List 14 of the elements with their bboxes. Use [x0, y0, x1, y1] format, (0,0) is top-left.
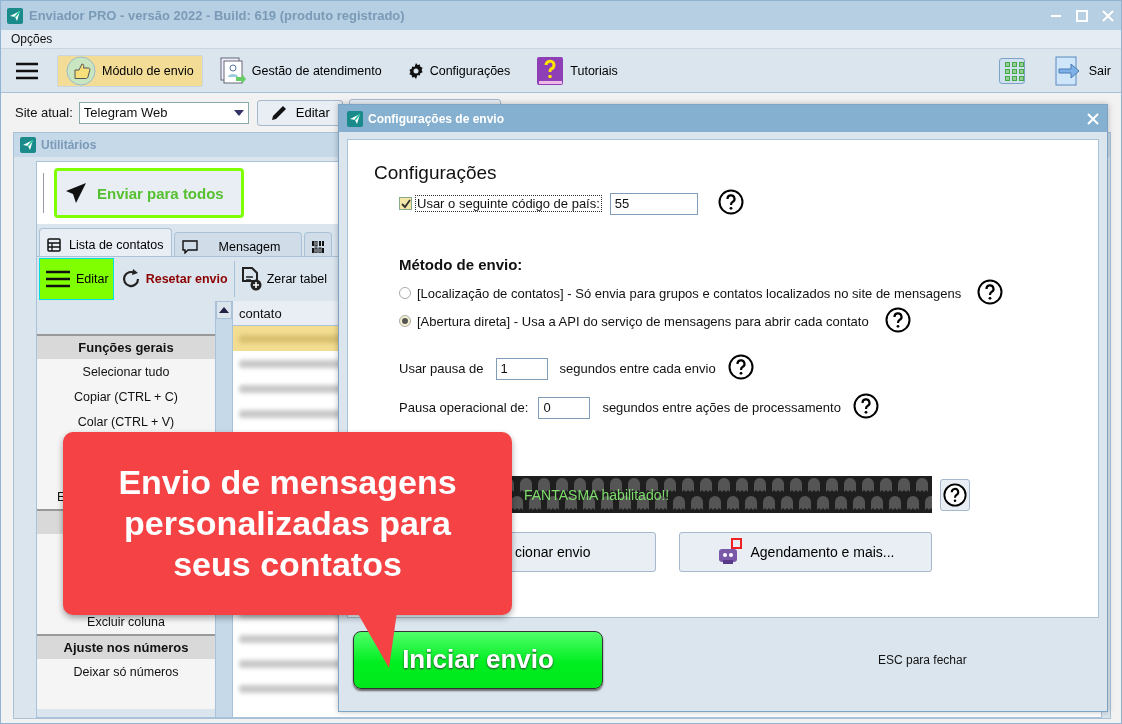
pause-label: Usar pausa de — [399, 361, 484, 376]
section-heading: Configurações — [374, 162, 498, 184]
window-title: Enviador PRO - versão 2022 - Build: 619 (produto registrado) — [29, 8, 406, 23]
section-heading: Método de envio: — [399, 256, 524, 273]
dialog-title: Configurações de envio — [368, 111, 506, 126]
pause-suffix: segundos entre ações de processamento — [602, 400, 841, 415]
site-label: Site atual: — [15, 105, 73, 120]
callout-text: Envio de mensagens personalizadas para seus contatos — [117, 462, 458, 585]
section-header: Ajuste nos números — [37, 634, 215, 659]
pause-suffix: segundos entre cada envio — [559, 361, 716, 376]
window-title: Utilitários — [41, 138, 97, 152]
pause-label: Pausa operacional de: — [399, 400, 529, 415]
hint-text: ESC para fechar — [878, 652, 967, 667]
section-header: Funções gerais — [37, 334, 215, 359]
